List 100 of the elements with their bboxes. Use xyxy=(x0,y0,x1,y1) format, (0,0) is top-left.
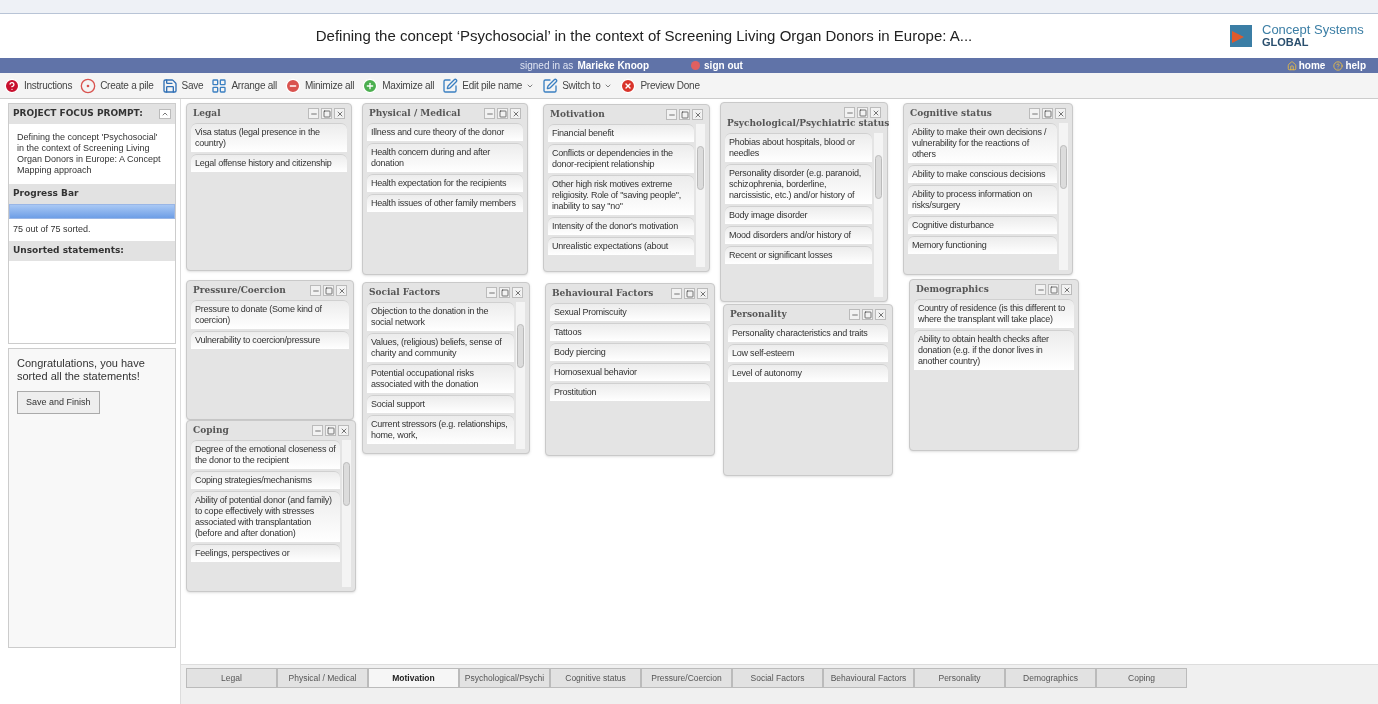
toolbar-button[interactable]: Edit pile name xyxy=(442,77,535,94)
statement-card[interactable]: Memory functioning xyxy=(908,236,1057,255)
toolbar-button[interactable]: Switch to xyxy=(542,77,613,94)
sign-out-link[interactable]: sign out xyxy=(691,58,743,73)
scrollbar[interactable] xyxy=(1059,123,1068,270)
statement-card[interactable]: Tattoos xyxy=(550,323,710,342)
minimize-button[interactable] xyxy=(844,107,855,118)
maximize-button[interactable] xyxy=(679,109,690,121)
maximize-button[interactable] xyxy=(321,108,332,120)
minimize-button[interactable] xyxy=(1035,284,1046,296)
toolbar-button[interactable]: Arrange all xyxy=(211,77,277,94)
home-link[interactable]: home xyxy=(1286,58,1326,73)
scrollbar[interactable] xyxy=(342,440,351,587)
statement-card[interactable]: Health concern during and after donation xyxy=(367,143,523,173)
close-button[interactable] xyxy=(512,287,523,299)
toolbar-button[interactable]: Create a pile xyxy=(80,77,154,94)
statement-card[interactable]: Health issues of other family members xyxy=(367,194,523,213)
statement-card[interactable]: Ability to process information on risks/surgery xyxy=(908,185,1057,215)
statement-card[interactable]: Body image disorder xyxy=(725,206,872,225)
collapse-button[interactable] xyxy=(159,109,171,119)
minimize-button[interactable] xyxy=(484,108,495,120)
statement-card[interactable]: Homosexual behavior xyxy=(550,363,710,382)
pile-tab[interactable]: Pressure/Coercion xyxy=(641,668,732,688)
statement-card[interactable]: Health expectation for the recipients xyxy=(367,174,523,193)
statement-card[interactable]: Mood disorders and/or history of xyxy=(725,226,872,245)
statement-card[interactable]: Objection to the donation in the social network xyxy=(367,302,514,332)
statement-card[interactable]: Other high risk motives extreme religiosity. Role of "saving people", inability to say "no" xyxy=(548,175,694,216)
statement-card[interactable]: Values, (religious) beliefs, sense of charity and community xyxy=(367,333,514,363)
statement-card[interactable]: Conflicts or dependencies in the donor-recipient relationship xyxy=(548,144,694,174)
minimize-button[interactable] xyxy=(310,285,321,297)
statement-card[interactable]: Visa status (legal presence in the country) xyxy=(191,123,347,153)
minimize-button[interactable] xyxy=(666,109,677,121)
pile-tab[interactable]: Physical / Medical xyxy=(277,668,368,688)
statement-card[interactable]: Current stressors (e.g. relationships, home, work, xyxy=(367,415,514,445)
statement-card[interactable]: Feelings, perspectives or xyxy=(191,544,340,563)
maximize-button[interactable] xyxy=(862,309,873,321)
close-button[interactable] xyxy=(334,108,345,120)
minimize-button[interactable] xyxy=(849,309,860,321)
help-link[interactable]: help xyxy=(1333,58,1366,73)
maximize-button[interactable] xyxy=(499,287,510,299)
pile-tab[interactable]: Coping xyxy=(1096,668,1187,688)
statement-card[interactable]: Personality characteristics and traits xyxy=(728,324,888,343)
minimize-button[interactable] xyxy=(1029,108,1040,120)
close-button[interactable] xyxy=(1061,284,1072,296)
pile-tab[interactable]: Cognitive status xyxy=(550,668,641,688)
minimize-button[interactable] xyxy=(671,288,682,300)
close-button[interactable] xyxy=(697,288,708,300)
statement-card[interactable]: Body piercing xyxy=(550,343,710,362)
statement-card[interactable]: Prostitution xyxy=(550,383,710,402)
pile-tab[interactable]: Motivation xyxy=(368,668,459,688)
maximize-button[interactable] xyxy=(857,107,868,118)
statement-card[interactable]: Sexual Promiscuity xyxy=(550,303,710,322)
statement-card[interactable]: Ability to obtain health checks after donation (e.g. if the donor lives in another country) xyxy=(914,330,1074,371)
pile-tab[interactable]: Personality xyxy=(914,668,1005,688)
statement-card[interactable]: Legal offense history and citizenship xyxy=(191,154,347,173)
close-button[interactable] xyxy=(338,425,349,437)
statement-card[interactable]: Coping strategies/mechanisms xyxy=(191,471,340,490)
minimize-button[interactable] xyxy=(308,108,319,120)
minimize-button[interactable] xyxy=(486,287,497,299)
statement-card[interactable]: Unrealistic expectations (about xyxy=(548,237,694,256)
statement-card[interactable]: Pressure to donate (Some kind of coercion) xyxy=(191,300,349,330)
close-button[interactable] xyxy=(692,109,703,121)
minimize-button[interactable] xyxy=(312,425,323,437)
statement-card[interactable]: Social support xyxy=(367,395,514,414)
toolbar-button[interactable]: Instructions xyxy=(4,77,73,94)
statement-card[interactable]: Cognitive disturbance xyxy=(908,216,1057,235)
statement-card[interactable]: Level of autonomy xyxy=(728,364,888,383)
pile-tab[interactable]: Behavioural Factors xyxy=(823,668,914,688)
pile-tab[interactable]: Demographics xyxy=(1005,668,1096,688)
statement-card[interactable]: Ability to make conscious decisions xyxy=(908,165,1057,184)
pile-tab[interactable]: Legal xyxy=(186,668,277,688)
close-button[interactable] xyxy=(510,108,521,120)
close-button[interactable] xyxy=(875,309,886,321)
scrollbar[interactable] xyxy=(874,133,883,297)
pile-tab[interactable]: Social Factors xyxy=(732,668,823,688)
toolbar-button[interactable]: Maximize all xyxy=(362,77,435,94)
statement-card[interactable]: Ability to make their own decisions / vulnerability for the reactions of others xyxy=(908,123,1057,164)
statement-card[interactable]: Ability of potential donor (and family) to cope effectively with stresses associated with transplantation (before and after donation) xyxy=(191,491,340,543)
statement-card[interactable]: Degree of the emotional closeness of the donor to the recipient xyxy=(191,440,340,470)
maximize-button[interactable] xyxy=(325,425,336,437)
maximize-button[interactable] xyxy=(323,285,334,297)
maximize-button[interactable] xyxy=(1042,108,1053,120)
close-button[interactable] xyxy=(1055,108,1066,120)
statement-card[interactable]: Recent or significant losses xyxy=(725,246,872,265)
maximize-button[interactable] xyxy=(497,108,508,120)
maximize-button[interactable] xyxy=(684,288,695,300)
statement-card[interactable]: Country of residence (is this different to where the transplant will take place) xyxy=(914,299,1074,329)
toolbar-button[interactable]: Preview Done xyxy=(620,77,700,94)
statement-card[interactable]: Low self-esteem xyxy=(728,344,888,363)
statement-card[interactable]: Illness and cure theory of the donor xyxy=(367,123,523,142)
statement-card[interactable]: Potential occupational risks associated with the donation xyxy=(367,364,514,394)
close-button[interactable] xyxy=(870,107,881,118)
scrollbar[interactable] xyxy=(516,302,525,449)
save-and-finish-button[interactable]: Save and Finish xyxy=(17,390,100,414)
statement-card[interactable]: Intensity of the donor's motivation xyxy=(548,217,694,236)
close-button[interactable] xyxy=(336,285,347,297)
statement-card[interactable]: Financial benefit xyxy=(548,124,694,143)
pile-tab[interactable]: Psychological/Psychi xyxy=(459,668,550,688)
statement-card[interactable]: Phobias about hospitals, blood or needles xyxy=(725,133,872,163)
scrollbar[interactable] xyxy=(696,124,705,267)
